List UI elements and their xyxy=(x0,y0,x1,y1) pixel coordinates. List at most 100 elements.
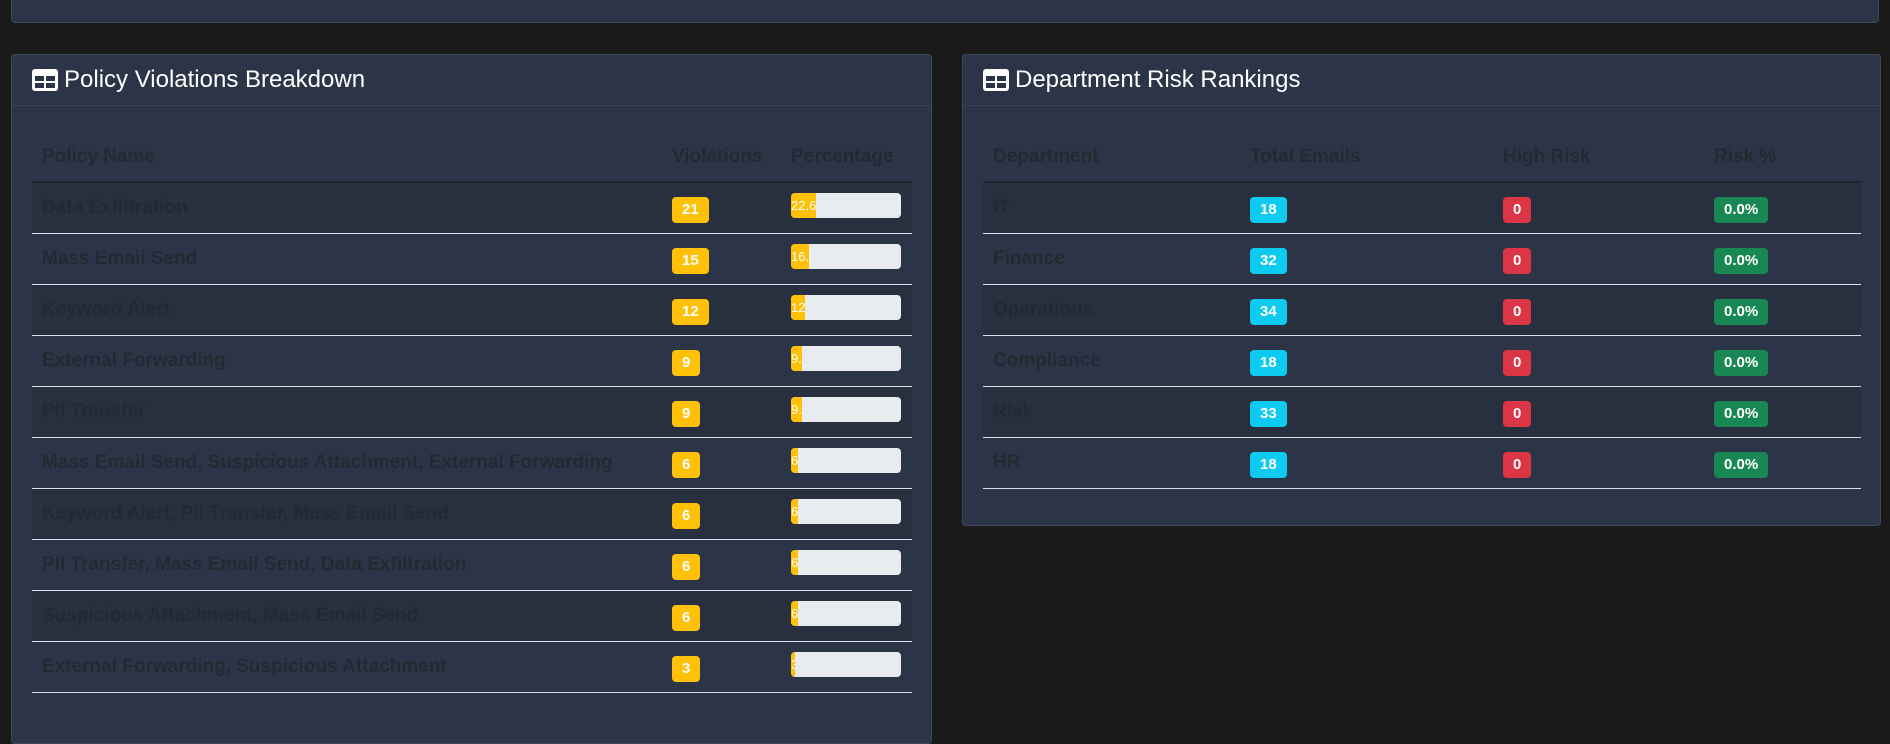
column-header-policy-name[interactable]: Policy Name xyxy=(32,132,662,183)
department-card-title: Department Risk Rankings xyxy=(1015,66,1301,93)
percentage-progress: 9.7% xyxy=(791,345,901,371)
high-risk-badge: 0 xyxy=(1503,247,1532,274)
risk-pct-cell: 0.0% xyxy=(1704,335,1861,387)
percentage-progress: 6.5% xyxy=(791,600,901,626)
high-risk-badge: 0 xyxy=(1503,298,1532,325)
violations-badge: 6 xyxy=(672,451,701,478)
percentage-cell: 22.6% xyxy=(781,182,912,234)
percentage-cell: 3.2% xyxy=(781,641,912,693)
table-row: Compliance 18 0 0.0% xyxy=(983,335,1861,387)
table-row: External Forwarding 9 9.7% xyxy=(32,335,912,387)
department-risk-table: Department Total Emails High Risk Risk %… xyxy=(983,132,1861,489)
violations-badge: 6 xyxy=(672,502,701,529)
high-risk-cell: 0 xyxy=(1493,437,1704,489)
column-header-department[interactable]: Department xyxy=(983,132,1240,183)
percentage-progress: 6.5% xyxy=(791,549,901,575)
policy-card-header: Policy Violations Breakdown xyxy=(12,55,931,106)
policy-name: External Forwarding, Suspicious Attachme… xyxy=(32,641,662,693)
department-name-cell: Risk xyxy=(983,386,1240,438)
total-emails-badge: 18 xyxy=(1250,451,1287,478)
percentage-progress: 3.2% xyxy=(791,651,901,677)
high-risk-badge: 0 xyxy=(1503,196,1532,223)
violations-cell: 12 xyxy=(662,284,781,336)
percentage-progress-bar: 12.9% xyxy=(791,294,806,320)
percentage-cell: 6.5% xyxy=(781,488,912,540)
table-row: PII Transfer 9 9.7% xyxy=(32,386,912,438)
total-emails-badge: 18 xyxy=(1250,196,1287,223)
total-emails-cell: 18 xyxy=(1240,437,1493,489)
violations-cell: 15 xyxy=(662,233,781,285)
violations-badge: 9 xyxy=(672,400,701,427)
risk-pct-badge: 0.0% xyxy=(1714,451,1769,478)
total-emails-badge: 34 xyxy=(1250,298,1287,325)
total-emails-cell: 18 xyxy=(1240,335,1493,387)
risk-pct-badge: 0.0% xyxy=(1714,400,1769,427)
policy-name: Data Exfiltration xyxy=(32,182,662,234)
percentage-progress-bar: 6.5% xyxy=(791,498,799,524)
table-row: Keyword Alert, PII Transfer, Mass Email … xyxy=(32,488,912,540)
table-row: Risk 33 0 0.0% xyxy=(983,386,1861,438)
violations-cell: 6 xyxy=(662,539,781,591)
percentage-progress: 16.1% xyxy=(791,243,901,269)
total-emails-cell: 34 xyxy=(1240,284,1493,336)
policy-name: External Forwarding xyxy=(32,335,662,387)
percentage-progress-bar: 16.1% xyxy=(791,243,809,269)
risk-pct-cell: 0.0% xyxy=(1704,284,1861,336)
violations-cell: 6 xyxy=(662,590,781,642)
percentage-cell: 6.5% xyxy=(781,437,912,489)
percentage-cell: 16.1% xyxy=(781,233,912,285)
high-risk-badge: 0 xyxy=(1503,400,1532,427)
table-row: Finance 32 0 0.0% xyxy=(983,233,1861,285)
high-risk-cell: 0 xyxy=(1493,284,1704,336)
policy-name: Mass Email Send xyxy=(32,233,662,285)
violations-cell: 3 xyxy=(662,641,781,693)
percentage-cell: 9.7% xyxy=(781,335,912,387)
column-header-percentage[interactable]: Percentage xyxy=(781,132,912,183)
percentage-progress-bar: 6.5% xyxy=(791,549,799,575)
department-name-cell: HR xyxy=(983,437,1240,489)
department-name-cell: Compliance xyxy=(983,335,1240,387)
risk-pct-badge: 0.0% xyxy=(1714,196,1769,223)
percentage-cell: 9.7% xyxy=(781,386,912,438)
department-risk-card: Department Risk Rankings Department Tota… xyxy=(962,54,1881,526)
table-row: Mass Email Send 15 16.1% xyxy=(32,233,912,285)
total-emails-cell: 33 xyxy=(1240,386,1493,438)
policy-violations-table: Policy Name Violations Percentage Data E… xyxy=(32,132,912,693)
total-emails-badge: 18 xyxy=(1250,349,1287,376)
violations-cell: 6 xyxy=(662,437,781,489)
table-row: Suspicious Attachment, Mass Email Send 6 6… xyxy=(32,590,912,642)
risk-pct-badge: 0.0% xyxy=(1714,298,1769,325)
risk-pct-badge: 0.0% xyxy=(1714,349,1769,376)
policy-name: Keyword Alert, PII Transfer, Mass Email … xyxy=(32,488,662,540)
percentage-progress: 6.5% xyxy=(791,447,901,473)
violations-badge: 21 xyxy=(672,196,709,223)
total-emails-cell: 32 xyxy=(1240,233,1493,285)
total-emails-badge: 33 xyxy=(1250,400,1287,427)
violations-badge: 15 xyxy=(672,247,709,274)
violations-cell: 21 xyxy=(662,182,781,234)
department-name-cell: Finance xyxy=(983,233,1240,285)
percentage-progress: 12.9% xyxy=(791,294,901,320)
percentage-cell: 6.5% xyxy=(781,590,912,642)
violations-cell: 9 xyxy=(662,386,781,438)
high-risk-cell: 0 xyxy=(1493,335,1704,387)
column-header-violations[interactable]: Violations xyxy=(662,132,781,183)
violations-badge: 6 xyxy=(672,553,701,580)
policy-card-title: Policy Violations Breakdown xyxy=(64,66,366,93)
violations-cell: 6 xyxy=(662,488,781,540)
table-row: PII Transfer, Mass Email Send, Data Exfi… xyxy=(32,539,912,591)
high-risk-badge: 0 xyxy=(1503,451,1532,478)
high-risk-badge: 0 xyxy=(1503,349,1532,376)
column-header-total-emails[interactable]: Total Emails xyxy=(1240,132,1493,183)
risk-pct-cell: 0.0% xyxy=(1704,386,1861,438)
risk-pct-badge: 0.0% xyxy=(1714,247,1769,274)
table-row: HR 18 0 0.0% xyxy=(983,437,1861,489)
percentage-progress: 22.6% xyxy=(791,192,901,218)
column-header-risk-pct[interactable]: Risk % xyxy=(1704,132,1861,183)
violations-badge: 9 xyxy=(672,349,701,376)
percentage-progress-bar: 6.5% xyxy=(791,447,799,473)
table-row: IT 18 0 0.0% xyxy=(983,182,1861,234)
column-header-high-risk[interactable]: High Risk xyxy=(1493,132,1704,183)
top-panel xyxy=(11,0,1879,23)
percentage-progress: 9.7% xyxy=(791,396,901,422)
